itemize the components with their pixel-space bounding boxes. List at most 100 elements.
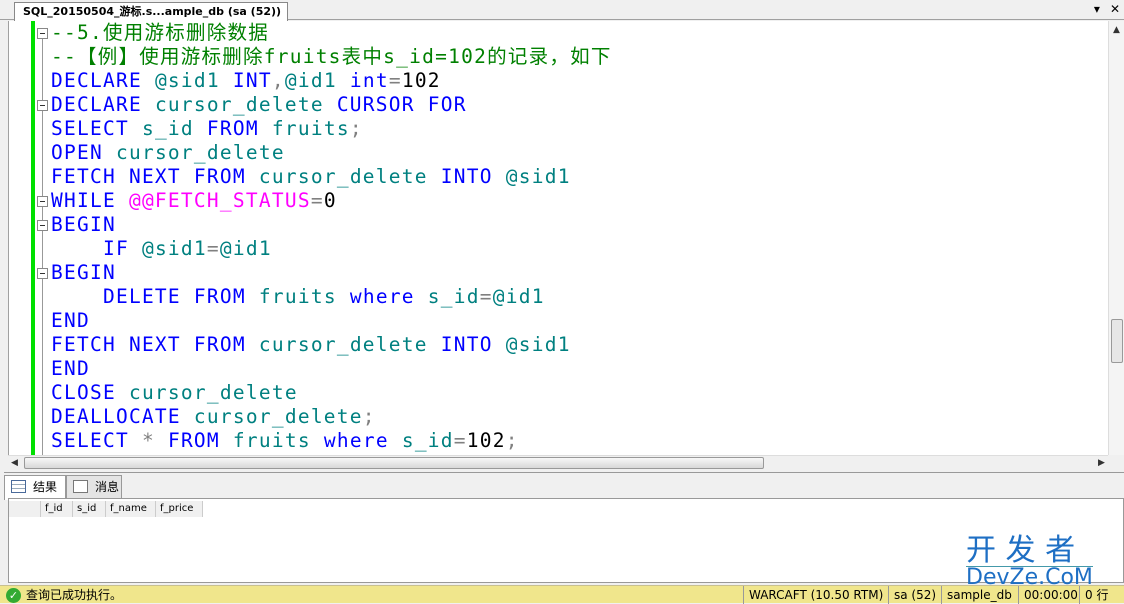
column-header[interactable]: f_id (41, 501, 73, 517)
horizontal-scroll-thumb[interactable] (24, 457, 764, 469)
code-token: cursor_delete (128, 381, 298, 404)
status-server: WARCAFT (10.50 RTM) (743, 586, 883, 604)
code-line: BEGIN (51, 213, 116, 237)
message-icon (73, 480, 88, 493)
code-token: 0 (323, 189, 337, 212)
code-token: INTO (440, 165, 493, 188)
code-token: @id1 (492, 285, 545, 308)
vertical-scroll-thumb[interactable] (1111, 319, 1123, 363)
collapse-toggle-icon[interactable] (37, 28, 48, 39)
code-token: IF (102, 237, 129, 260)
code-token: SELECT (51, 117, 129, 140)
code-line: END (51, 309, 90, 333)
code-token: 102 (466, 429, 506, 452)
code-token: fruits (271, 117, 350, 140)
code-token: @sid1 (505, 333, 571, 356)
code-token: --【例】使用游标删除fruits表中s_id=102的记录，如下 (51, 45, 612, 68)
code-line: DECLARE @sid1 INT,@id1 int=102 (51, 69, 441, 93)
code-token: s_id (401, 429, 454, 452)
code-token: DECLARE (51, 93, 142, 116)
code-token: = (310, 189, 324, 212)
code-token: FROM (193, 333, 246, 356)
column-header[interactable]: s_id (73, 501, 106, 517)
sql-editor[interactable]: --5.使用游标删除数据 --【例】使用游标删除fruits表中s_id=102的… (8, 21, 1108, 455)
code-token: ; (505, 429, 519, 452)
tab-results[interactable]: 结果 (4, 475, 66, 500)
collapse-toggle-icon[interactable] (37, 100, 48, 111)
scroll-up-icon[interactable]: ▲ (1113, 23, 1120, 37)
column-header[interactable]: f_price (156, 501, 203, 517)
code-token: s_id (427, 285, 480, 308)
status-elapsed-time: 00:00:00 (1018, 586, 1078, 604)
tab-results-label: 结果 (33, 480, 58, 494)
status-bar: ✓ 查询已成功执行。 WARCAFT (10.50 RTM) sa (52) s… (0, 585, 1124, 604)
code-token: NEXT (128, 165, 181, 188)
code-token: , (271, 69, 285, 92)
status-database: sample_db (941, 586, 1012, 604)
code-token: FROM (206, 117, 259, 140)
horizontal-scrollbar[interactable]: ◀ ▶ (8, 455, 1108, 470)
code-token: = (206, 237, 220, 260)
code-token: FETCH (51, 165, 116, 188)
tab-messages[interactable]: 消息 (66, 475, 122, 499)
code-token: --5.使用游标删除数据 (51, 21, 269, 44)
code-token: BEGIN (51, 261, 116, 284)
code-token: BEGIN (51, 213, 116, 236)
code-token: * (141, 429, 155, 452)
code-line: --【例】使用游标删除fruits表中s_id=102的记录，如下 (51, 45, 612, 69)
code-line: CLOSE cursor_delete (51, 381, 298, 405)
watermark: 开 发 者 (966, 533, 1076, 568)
code-line: BEGIN (51, 261, 116, 285)
code-token: INTO (440, 333, 493, 356)
code-token: NEXT (128, 333, 181, 356)
scroll-left-icon[interactable]: ◀ (11, 456, 18, 470)
code-line: --5.使用游标删除数据 (51, 21, 269, 45)
tab-list-dropdown-icon[interactable]: ▾ (1094, 2, 1100, 16)
grid-icon (11, 480, 26, 493)
code-token: ; (349, 117, 363, 140)
column-header[interactable]: f_name (106, 501, 156, 517)
splitter[interactable] (4, 472, 1124, 473)
close-icon[interactable]: ✕ (1110, 2, 1120, 16)
code-token: where (323, 429, 389, 452)
code-line: END (51, 357, 90, 381)
document-tab-bar: SQL_20150504_游标.s...ample_db (sa (52)) ▾… (0, 0, 1124, 21)
collapse-toggle-icon[interactable] (37, 196, 48, 207)
query-tab[interactable]: SQL_20150504_游标.s...ample_db (sa (52)) (14, 2, 289, 21)
code-token: FROM (167, 429, 220, 452)
code-token: cursor_delete (258, 165, 428, 188)
outline-guide (42, 29, 43, 455)
collapse-toggle-icon[interactable] (37, 220, 48, 231)
results-grid[interactable]: f_id s_id f_name f_price (8, 498, 1124, 583)
code-line: SELECT s_id FROM fruits; (51, 117, 363, 141)
code-token: CLOSE (51, 381, 116, 404)
code-token: @@FETCH_STATUS (128, 189, 311, 212)
code-token: cursor_delete (115, 141, 285, 164)
code-token: DEALLOCATE (51, 405, 181, 428)
code-line: SELECT * FROM fruits where s_id=102; (51, 429, 519, 453)
vertical-scrollbar[interactable]: ▲ (1108, 21, 1124, 455)
code-token: @sid1 (154, 69, 220, 92)
code-token: CURSOR (336, 93, 415, 116)
code-line: FETCH NEXT FROM cursor_delete INTO @sid1 (51, 165, 571, 189)
code-token: where (349, 285, 415, 308)
collapse-toggle-icon[interactable] (37, 268, 48, 279)
code-token: FOR (427, 93, 467, 116)
status-user: sa (52) (888, 586, 936, 604)
code-token: @id1 (219, 237, 272, 260)
code-token: FROM (193, 285, 246, 308)
scroll-right-icon[interactable]: ▶ (1098, 456, 1105, 470)
code-token: DELETE (102, 285, 181, 308)
